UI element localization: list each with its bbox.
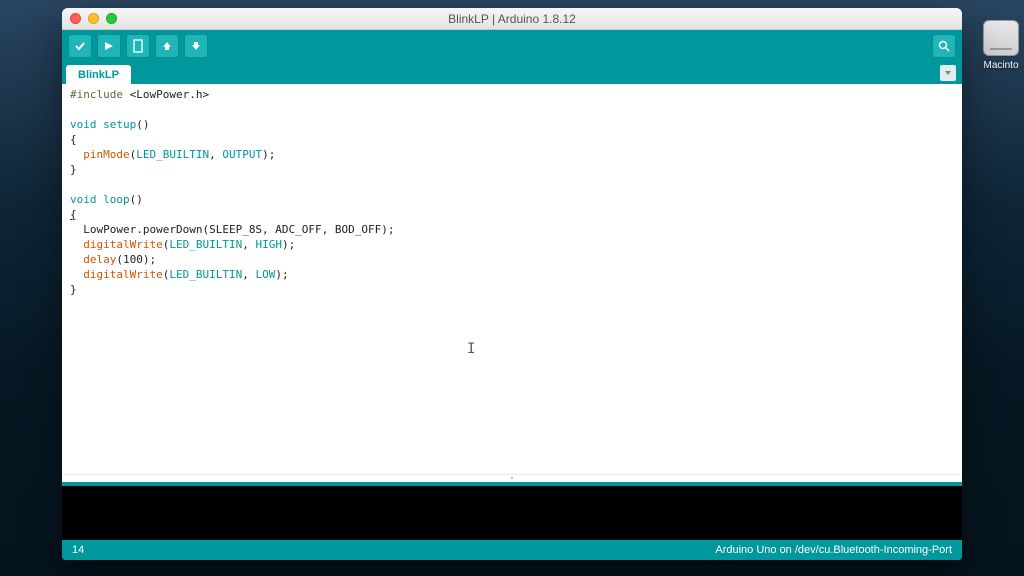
- code-token: (): [130, 193, 143, 206]
- window-controls: [70, 13, 117, 24]
- arduino-ide-window: BlinkLP | Arduino 1.8.12 BlinkLP #includ…: [62, 8, 962, 560]
- tab-blinklp[interactable]: BlinkLP: [66, 65, 131, 84]
- code-token: OUTPUT: [222, 148, 262, 161]
- code-token: {: [70, 133, 77, 146]
- console[interactable]: [62, 486, 962, 540]
- code-token: HIGH: [255, 238, 282, 251]
- code-token: delay: [83, 253, 116, 266]
- code-token: LowPower.powerDown(SLEEP_8S, ADC_OFF, BO…: [83, 223, 394, 236]
- code-token: #include: [70, 88, 123, 101]
- status-line-number: 14: [72, 544, 84, 556]
- code-token: setup: [97, 118, 137, 131]
- statusbar: 14 Arduino Uno on /dev/cu.Bluetooth-Inco…: [62, 540, 962, 560]
- code-token: <LowPower.h>: [123, 88, 209, 101]
- window-title: BlinkLP | Arduino 1.8.12: [62, 12, 962, 26]
- maximize-icon[interactable]: [106, 13, 117, 24]
- code-token: );: [262, 148, 275, 161]
- code-token: LED_BUILTIN: [136, 148, 209, 161]
- code-token: [70, 253, 83, 266]
- minimize-icon[interactable]: [88, 13, 99, 24]
- code-token: ,: [209, 148, 222, 161]
- open-sketch-button[interactable]: [155, 34, 179, 58]
- code-token: loop: [97, 193, 130, 206]
- code-token: }: [70, 163, 77, 176]
- drive-label: Macinto: [978, 60, 1024, 71]
- tab-menu-button[interactable]: [940, 65, 956, 81]
- text-cursor-icon: I: [467, 342, 475, 357]
- code-token: pinMode: [83, 148, 129, 161]
- code-token: LED_BUILTIN: [169, 268, 242, 281]
- split-handle[interactable]: •: [62, 474, 962, 482]
- toolbar: [62, 30, 962, 62]
- new-sketch-button[interactable]: [126, 34, 150, 58]
- code-token: LED_BUILTIN: [169, 238, 242, 251]
- code-token: [70, 148, 83, 161]
- desktop-drive[interactable]: Macinto: [978, 20, 1024, 71]
- code-token: digitalWrite: [83, 268, 162, 281]
- code-token: digitalWrite: [83, 238, 162, 251]
- verify-button[interactable]: [68, 34, 92, 58]
- code-token: );: [275, 268, 288, 281]
- code-token: ,: [242, 238, 255, 251]
- status-board-port: Arduino Uno on /dev/cu.Bluetooth-Incomin…: [715, 544, 952, 556]
- code-token: void: [70, 118, 97, 131]
- code-token: {: [70, 208, 77, 221]
- hard-drive-icon: [983, 20, 1019, 56]
- window-titlebar[interactable]: BlinkLP | Arduino 1.8.12: [62, 8, 962, 30]
- code-token: ,: [242, 268, 255, 281]
- code-token: (): [136, 118, 149, 131]
- code-token: [70, 268, 83, 281]
- code-token: (100);: [116, 253, 156, 266]
- code-token: [70, 223, 83, 236]
- upload-button[interactable]: [97, 34, 121, 58]
- code-token: void: [70, 193, 97, 206]
- code-token: );: [282, 238, 295, 251]
- close-icon[interactable]: [70, 13, 81, 24]
- code-token: }: [70, 283, 77, 296]
- save-sketch-button[interactable]: [184, 34, 208, 58]
- sketch-tabbar: BlinkLP: [62, 62, 962, 84]
- code-token: [70, 238, 83, 251]
- code-editor[interactable]: #include <LowPower.h> void setup() { pin…: [62, 84, 962, 474]
- code-token: LOW: [255, 268, 275, 281]
- serial-monitor-button[interactable]: [932, 34, 956, 58]
